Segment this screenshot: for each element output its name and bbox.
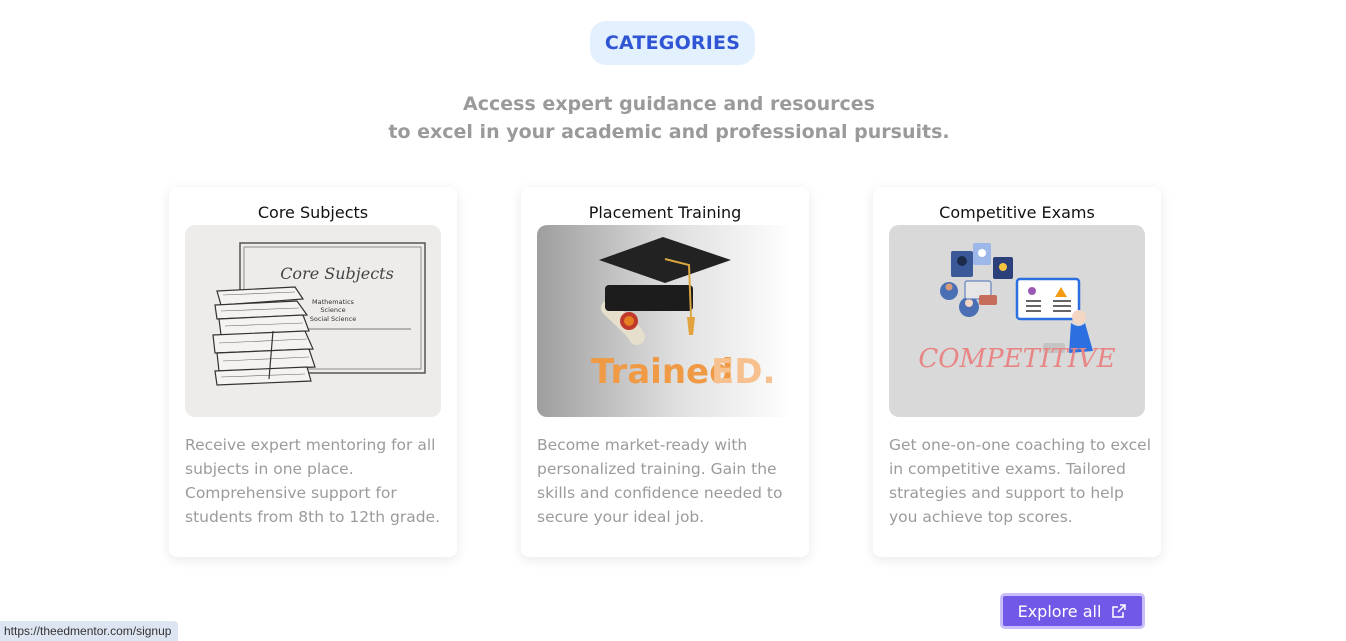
card-description: Become market-ready with personalized tr…: [537, 436, 783, 526]
ed-logo-text: ED.: [711, 352, 775, 392]
subtitle-line-1: Access expert guidance and resources: [463, 93, 875, 115]
external-link-icon: [1112, 604, 1127, 618]
image-heading: Core Subjects: [280, 264, 394, 283]
card-title: Placement Training: [588, 203, 742, 222]
subtitle-line-2: to excel in your academic and profession…: [388, 121, 950, 143]
image-item: Social Science: [310, 315, 357, 323]
placement-training-image: Trained ED.: [537, 225, 793, 417]
section-subtitle: Access expert guidance and resources to …: [0, 90, 1338, 146]
core-subjects-image: Core Subjects Mathematics Science Social…: [185, 225, 441, 417]
categories-badge: CATEGORIES: [590, 21, 755, 65]
card-core-subjects[interactable]: Core Subjects Core Subjects Mathematics …: [169, 187, 457, 557]
explore-all-button[interactable]: Explore all: [1000, 593, 1145, 629]
card-description: Get one-on-one coaching to excel in comp…: [889, 436, 1151, 526]
card-title: Competitive Exams: [939, 203, 1095, 222]
card-placement-training[interactable]: Placement Training Trained ED. Become ma…: [521, 187, 809, 557]
browser-status-url: https://theedmentor.com/signup: [0, 621, 179, 641]
card-title: Core Subjects: [257, 203, 369, 222]
competitive-exams-image: COMPETITIVE: [889, 225, 1145, 417]
image-item: Mathematics: [312, 298, 355, 306]
image-item: Science: [320, 306, 345, 314]
explore-all-label: Explore all: [1017, 601, 1102, 621]
card-competitive-exams[interactable]: Competitive Exams COMPETITIVE Get one-on…: [873, 187, 1161, 557]
card-description: Receive expert mentoring for all subject…: [185, 436, 440, 526]
competitive-caption: COMPETITIVE: [918, 344, 1115, 374]
